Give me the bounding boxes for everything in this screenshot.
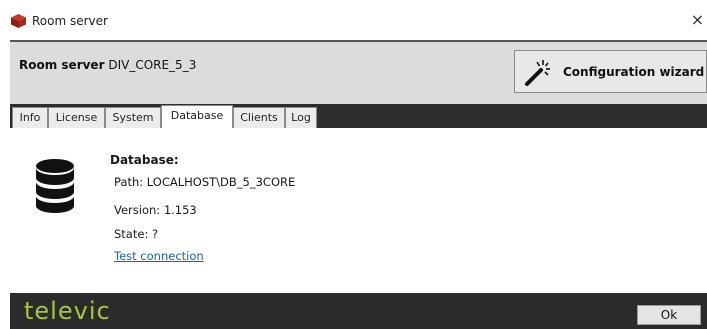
database-state: State: ? [114, 227, 159, 241]
tab-strip: Info License System Database Clients Log [10, 104, 707, 128]
tab-info[interactable]: Info [12, 107, 48, 128]
header-panel: Room server DIV_CORE_5_3 Configuration w… [10, 40, 707, 104]
configuration-wizard-button[interactable]: Configuration wizard [514, 50, 707, 93]
database-version: Version: 1.153 [114, 203, 197, 217]
ok-button[interactable]: Ok [637, 305, 701, 325]
close-button[interactable]: × [688, 8, 707, 32]
magic-wand-icon [525, 59, 550, 86]
title-bar[interactable]: Room server × [0, 0, 707, 40]
database-path: Path: LOCALHOST\DB_5_3CORE [114, 175, 296, 189]
server-name: DIV_CORE_5_3 [108, 58, 197, 72]
test-connection-link[interactable]: Test connection [114, 249, 204, 263]
tab-database[interactable]: Database [161, 105, 233, 128]
database-heading: Database: [110, 153, 179, 167]
database-panel: Database: Path: LOCALHOST\DB_5_3CORE Ver… [10, 128, 707, 293]
tab-system[interactable]: System [105, 107, 161, 128]
televic-logo: televic [24, 297, 111, 325]
room-server-window: Room server × Room server DIV_CORE_5_3 C… [0, 0, 707, 329]
tab-clients[interactable]: Clients [233, 107, 285, 128]
server-prefix: Room server [19, 58, 105, 72]
footer-bar: televic Ok [10, 293, 707, 329]
server-label: Room server DIV_CORE_5_3 [19, 58, 196, 72]
close-icon: × [690, 10, 705, 29]
tab-license[interactable]: License [48, 107, 105, 128]
red-cube-icon [11, 14, 26, 28]
database-icon [36, 159, 74, 213]
tab-log[interactable]: Log [285, 107, 317, 128]
wizard-label: Configuration wizard [563, 64, 705, 79]
window-title: Room server [32, 14, 108, 28]
